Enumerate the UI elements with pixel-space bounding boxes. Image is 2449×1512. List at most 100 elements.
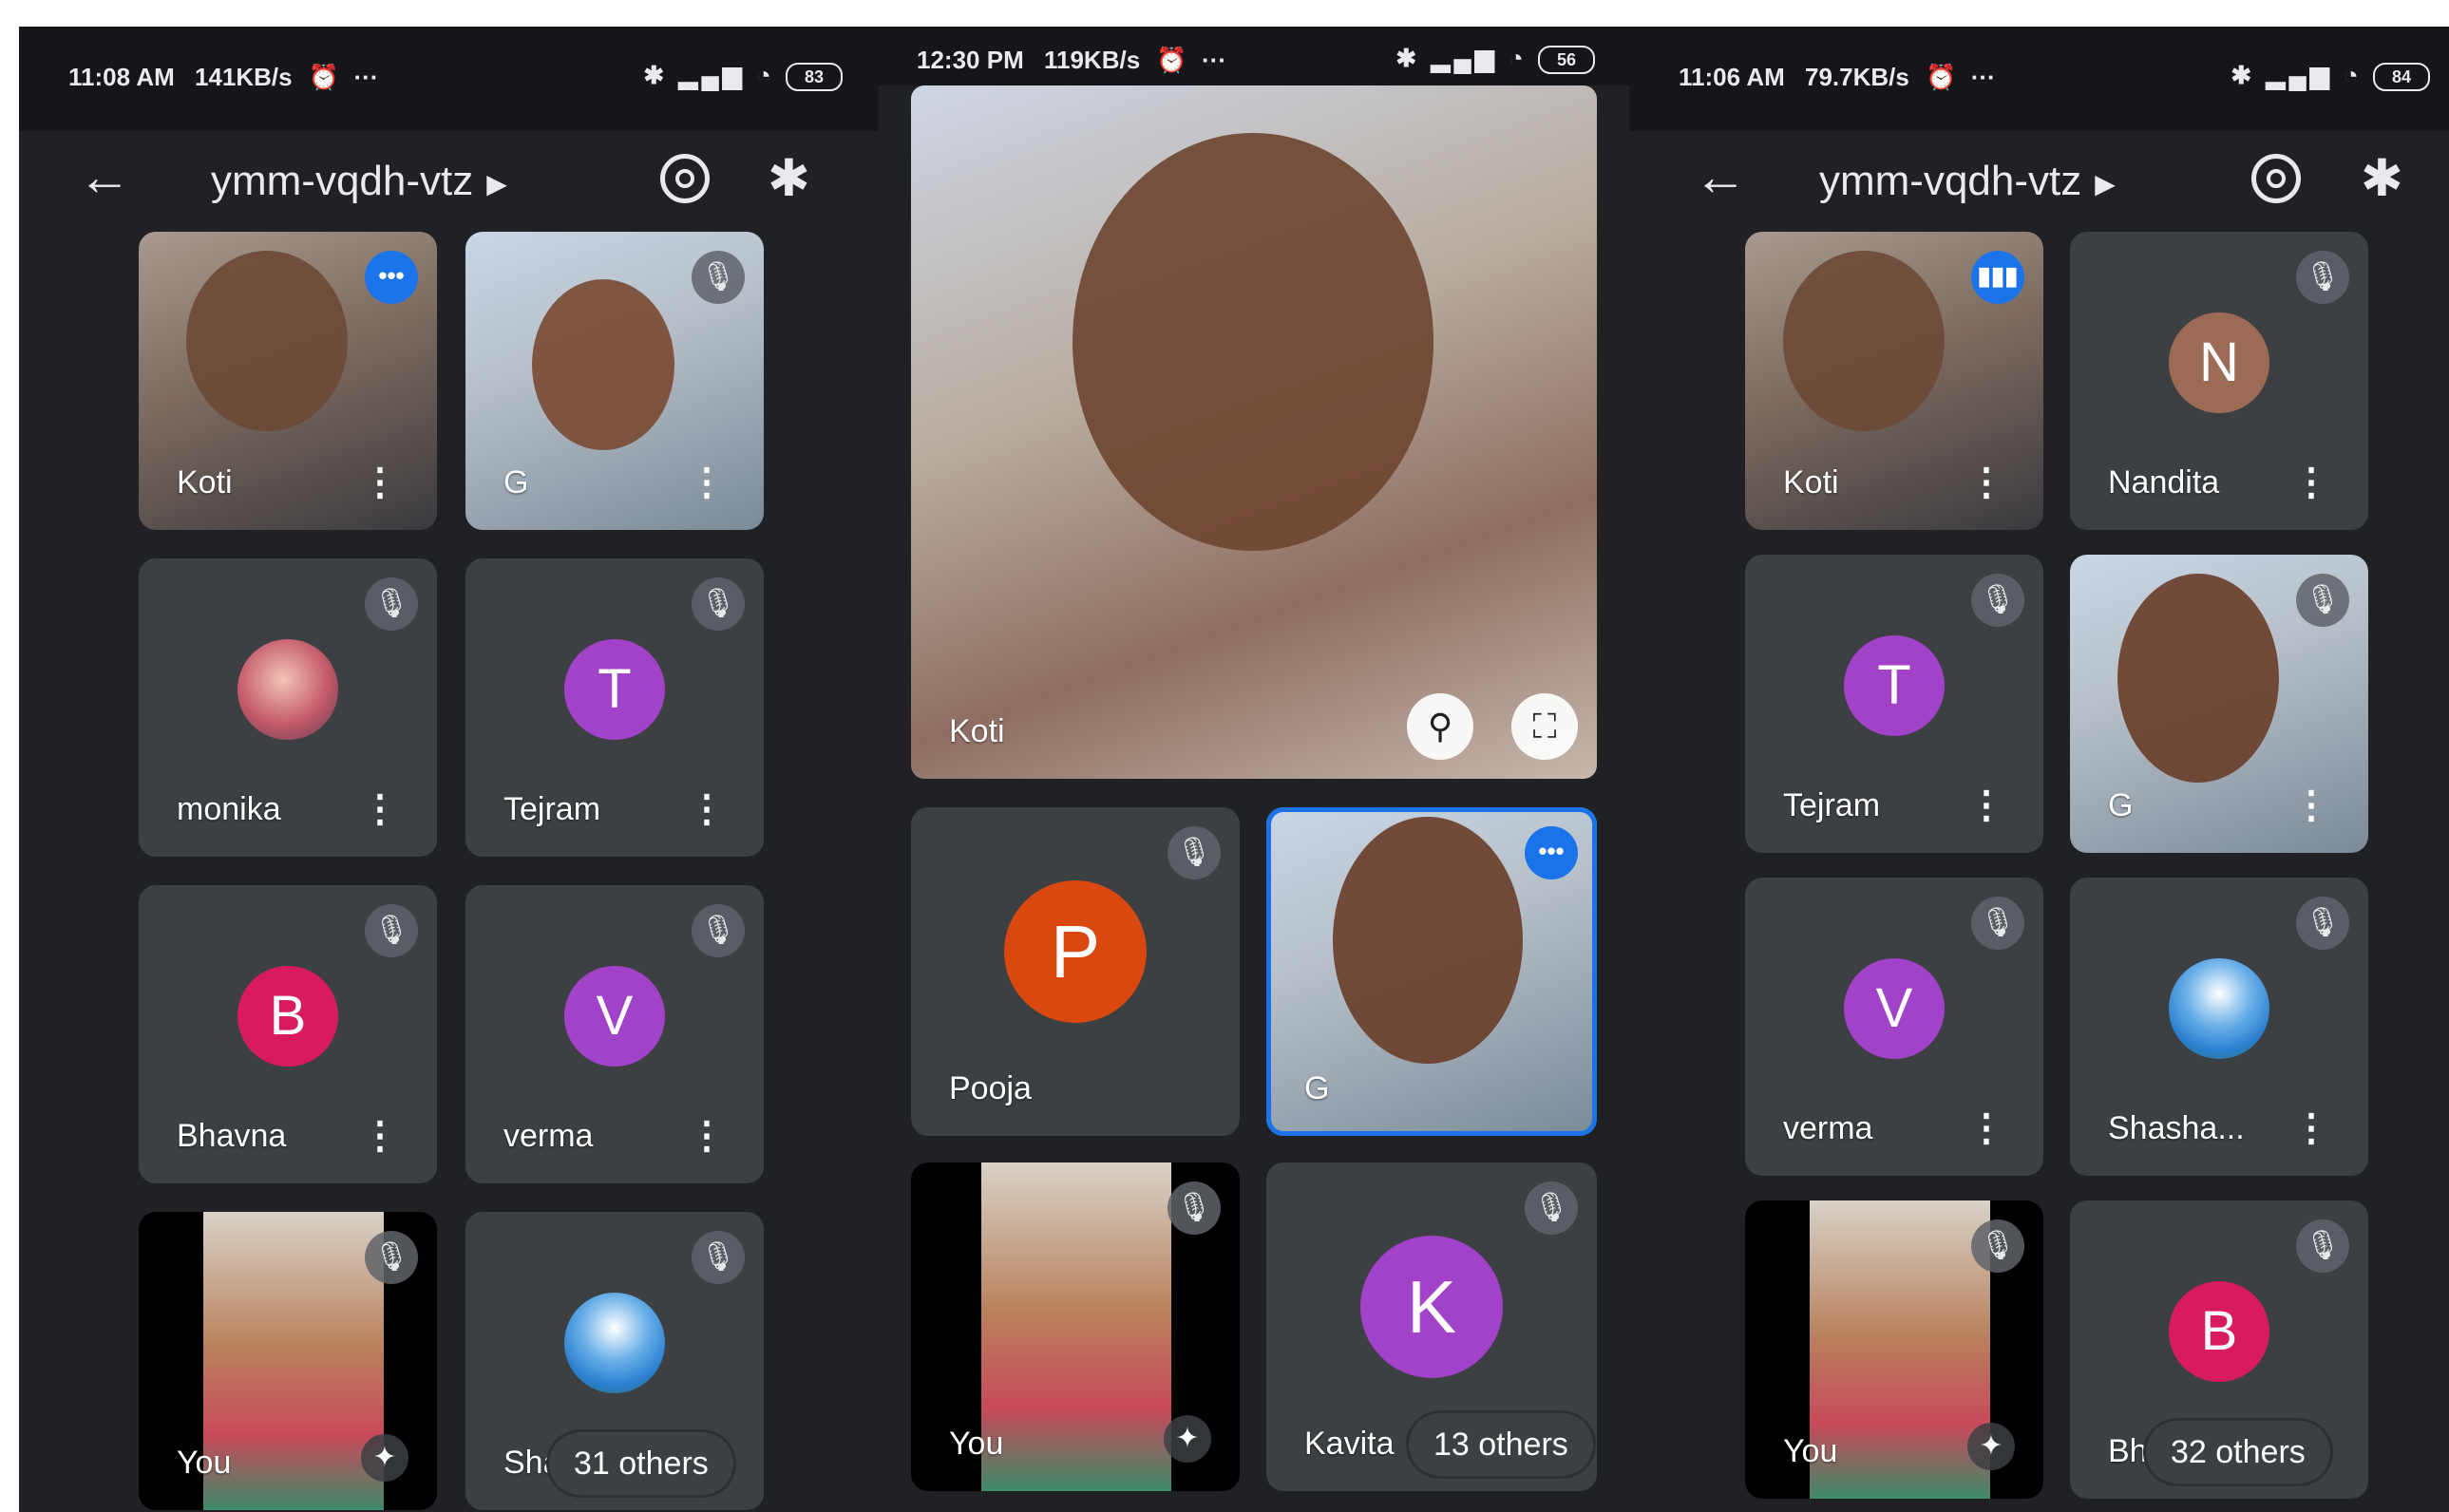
participant-tile-pooja[interactable]: 🎙 P Pooja [911,807,1240,1136]
speaking-indicator-icon: ••• [365,251,418,304]
status-speed: 141KB/s [195,63,293,91]
more-vert-icon[interactable]: ⋮ [1967,463,2005,501]
participant-tile-monika[interactable]: 🎙 monika ⋮ [139,558,437,857]
more-vert-icon[interactable]: ⋮ [2292,786,2330,824]
participant-name: Tejram [503,791,601,827]
mic-off-icon: 🎙 [692,904,745,957]
alarm-icon: ⏰ [308,63,340,91]
mic-off-icon: 🎙 [2296,1219,2349,1273]
participant-tile-koti[interactable]: ▮▮▮ Koti ⋮ [1745,232,2043,530]
more-dots-icon: ··· [1202,46,1226,74]
participant-tile-shasha[interactable]: 🎙 Shasha... ⋮ [2070,878,2368,1176]
signal-icon: ▂▄▆ [2266,61,2333,89]
status-time: 12:30 PM [917,46,1024,74]
participant-tile-self[interactable]: 🎙 You ✦ [1745,1200,2043,1499]
mic-off-icon: 🎙 [365,1231,418,1284]
participant-tile-verma[interactable]: 🎙 V verma ⋮ [465,885,764,1183]
avatar: N [2169,312,2269,414]
participant-tile-bhavna[interactable]: 🎙 B Bhavna ⋮ [139,885,437,1183]
participant-name: Kavita [1304,1426,1395,1462]
mic-off-icon: 🎙 [1971,897,2024,950]
arrow-left-icon[interactable]: ← [78,150,131,203]
status-icons: ✱ ▂▄▆ ◔ 56 [1395,44,1595,75]
participant-video [186,251,348,431]
participant-name: Koti [177,464,233,501]
participant-tile-koti[interactable]: ••• Koti ⋮ [139,232,437,530]
others-count-chip[interactable]: 32 others [2146,1421,2330,1484]
unpin-icon[interactable]: ⚲ [1407,693,1473,760]
participant-name: verma [503,1118,594,1154]
participant-tile-others[interactable]: 🎙 Sha 31 others [465,1212,764,1510]
more-vert-icon[interactable]: ⋮ [1967,1109,2005,1147]
participant-tile-g[interactable]: ••• G [1266,807,1597,1136]
avatar [564,1293,665,1394]
more-vert-icon[interactable]: ⋮ [688,1117,726,1155]
participant-tile-g[interactable]: 🎙 G ⋮ [2070,555,2368,853]
bluetooth-icon[interactable]: ✱ [2361,148,2403,208]
bluetooth-icon[interactable]: ✱ [768,148,810,208]
more-vert-icon[interactable]: ⋮ [688,463,726,501]
participant-name: G [2108,787,2134,823]
participant-tile-verma[interactable]: 🎙 V verma ⋮ [1745,878,2043,1176]
mic-off-icon: 🎙 [1168,826,1221,879]
participant-name: G [1304,1070,1330,1106]
participant-tile-tejram[interactable]: 🎙 T Tejram ⋮ [1745,555,2043,853]
participant-name: Bh [2108,1433,2148,1469]
participant-name: Shasha... [2108,1110,2245,1146]
participant-name: G [503,464,529,501]
arrow-left-icon[interactable]: ← [1694,150,1747,203]
meeting-code[interactable]: ymm-vqdh-vtz ▶ [211,158,507,205]
participant-tile-g[interactable]: 🎙 G ⋮ [465,232,764,530]
status-time-speed: 12:30 PM 119KB/s ⏰ ··· [917,46,1226,75]
fullscreen-icon[interactable]: ⛶ [1511,693,1578,760]
wifi-icon: ◔ [756,61,775,89]
mic-off-icon: 🎙 [692,251,745,304]
avatar: B [2169,1281,2269,1383]
more-vert-icon[interactable]: ⋮ [361,790,399,828]
more-vert-icon[interactable]: ⋮ [2292,1109,2330,1147]
signal-icon: ▂▄▆ [1431,44,1498,72]
alarm-icon: ⏰ [1926,63,1957,91]
caret-right-icon: ▶ [2095,168,2116,198]
sparkle-icon[interactable]: ✦ [1164,1415,1211,1463]
participant-tile-others[interactable]: 🎙 B Bh 32 others [2070,1200,2368,1499]
avatar: T [564,639,665,741]
others-count-chip[interactable]: 13 others [1409,1413,1593,1476]
avatar: K [1360,1236,1503,1379]
others-count-chip[interactable]: 31 others [549,1432,733,1495]
more-vert-icon[interactable]: ⋮ [361,463,399,501]
more-dots-icon: ··· [1970,63,1996,91]
participant-name: Nandita [2108,464,2220,501]
participant-tile-self[interactable]: 🎙 You ✦ [139,1212,437,1510]
avatar: T [1844,635,1945,737]
more-vert-icon[interactable]: ⋮ [2292,463,2330,501]
battery-icon: 84 [2373,63,2430,92]
switch-camera-icon[interactable] [660,154,710,203]
avatar [237,639,338,741]
status-bar: 12:30 PM 119KB/s ⏰ ··· ✱ ▂▄▆ ◔ 56 [879,27,1629,85]
screen-3: 11:06 AM 79.7KB/s ⏰ ··· ✱ ▂▄▆ ◔ 84 ← ymm… [1629,27,2449,1512]
app-bar: ← ymm-vqdh-vtz ▶ ✱ [19,131,879,245]
participant-tile-others[interactable]: 🎙 K Kavita 13 others [1266,1162,1597,1491]
participant-name: You [1783,1433,1838,1469]
sparkle-icon[interactable]: ✦ [361,1434,408,1482]
mic-off-icon: 🎙 [365,577,418,631]
avatar: V [564,966,665,1068]
switch-camera-icon[interactable] [2251,154,2301,203]
more-vert-icon[interactable]: ⋮ [688,790,726,828]
bluetooth-status-icon: ✱ [643,61,669,89]
participant-tile-self[interactable]: 🎙 You ✦ [911,1162,1240,1491]
mic-off-icon: 🎙 [692,577,745,631]
mic-off-icon: 🎙 [365,904,418,957]
more-vert-icon[interactable]: ⋮ [1967,786,2005,824]
mic-off-icon: 🎙 [2296,574,2349,627]
more-vert-icon[interactable]: ⋮ [361,1117,399,1155]
sparkle-icon[interactable]: ✦ [1967,1423,2015,1470]
meeting-code[interactable]: ymm-vqdh-vtz ▶ [1819,158,2116,205]
participant-tile-nandita[interactable]: 🎙 N Nandita ⋮ [2070,232,2368,530]
app-bar: ← ymm-vqdh-vtz ▶ ✱ [1629,131,2449,245]
participant-name: Bhavna [177,1118,287,1154]
screen-1: 11:08 AM 141KB/s ⏰ ··· ✱ ▂▄▆ ◔ 83 ← ymm-… [19,27,879,1512]
participant-tile-tejram[interactable]: 🎙 T Tejram ⋮ [465,558,764,857]
participant-tile-koti-pinned[interactable]: Koti ⚲ ⛶ [911,85,1597,779]
